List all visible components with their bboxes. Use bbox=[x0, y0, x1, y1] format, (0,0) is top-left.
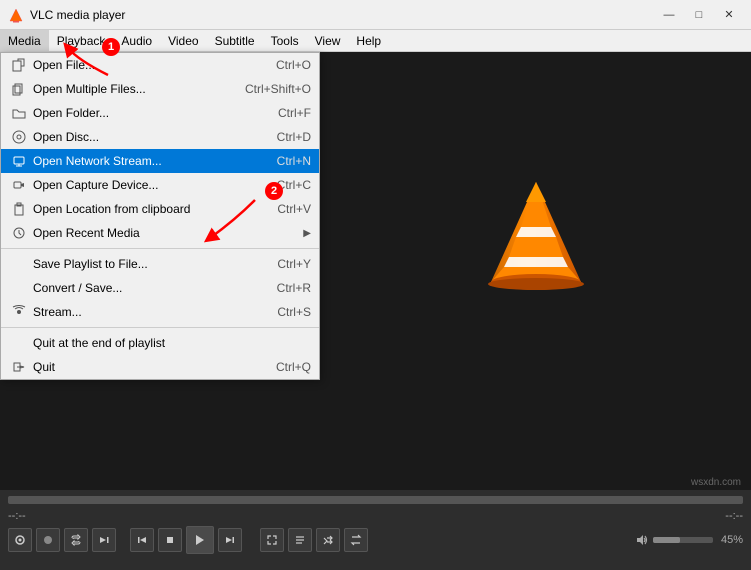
save-playlist-icon bbox=[9, 256, 29, 272]
open-multiple-icon bbox=[9, 81, 29, 97]
stop-button[interactable] bbox=[158, 528, 182, 552]
save-playlist-label: Save Playlist to File... bbox=[33, 257, 257, 271]
menu-playback[interactable]: Playback bbox=[49, 30, 114, 51]
menu-help[interactable]: Help bbox=[348, 30, 389, 51]
playlist-button[interactable] bbox=[288, 528, 312, 552]
separator-2 bbox=[1, 327, 319, 328]
convert-save-item[interactable]: Convert / Save... Ctrl+R bbox=[1, 276, 319, 300]
convert-save-icon bbox=[9, 280, 29, 296]
open-disc-shortcut: Ctrl+D bbox=[277, 130, 311, 144]
open-folder-label: Open Folder... bbox=[33, 106, 258, 120]
quit-end-playlist-item[interactable]: Quit at the end of playlist bbox=[1, 331, 319, 355]
window-controls: — □ ✕ bbox=[655, 5, 743, 25]
maximize-button[interactable]: □ bbox=[685, 5, 713, 25]
menu-audio[interactable]: Audio bbox=[113, 30, 160, 51]
stream-shortcut: Ctrl+S bbox=[277, 305, 311, 319]
open-file-label: Open File... bbox=[33, 58, 256, 72]
recent-media-label: Open Recent Media bbox=[33, 226, 303, 240]
progress-bar[interactable] bbox=[8, 496, 743, 504]
open-recent-media-item[interactable]: Open Recent Media ▶ bbox=[1, 221, 319, 245]
vlc-cone bbox=[476, 172, 596, 312]
volume-percent: 45% bbox=[721, 534, 743, 546]
menu-subtitle[interactable]: Subtitle bbox=[207, 30, 263, 51]
time-left: --:-- bbox=[8, 510, 26, 522]
open-location-label: Open Location from clipboard bbox=[33, 202, 257, 216]
open-disc-icon bbox=[9, 129, 29, 145]
open-network-icon bbox=[9, 153, 29, 169]
quit-shortcut: Ctrl+Q bbox=[276, 360, 311, 374]
play-button[interactable] bbox=[186, 526, 214, 554]
open-network-stream-item[interactable]: Open Network Stream... Ctrl+N bbox=[1, 149, 319, 173]
open-file-item[interactable]: Open File... Ctrl+O bbox=[1, 53, 319, 77]
open-disc-label: Open Disc... bbox=[33, 130, 257, 144]
media-dropdown: Open File... Ctrl+O Open Multiple Files.… bbox=[0, 52, 320, 380]
quit-icon bbox=[9, 359, 29, 375]
submenu-arrow-icon: ▶ bbox=[303, 228, 311, 239]
open-disc-item[interactable]: Open Disc... Ctrl+D bbox=[1, 125, 319, 149]
volume-fill bbox=[653, 537, 680, 543]
open-multiple-files-item[interactable]: Open Multiple Files... Ctrl+Shift+O bbox=[1, 77, 319, 101]
time-display: --:-- --:-- bbox=[0, 510, 751, 522]
menu-video[interactable]: Video bbox=[160, 30, 206, 51]
open-file-icon bbox=[9, 57, 29, 73]
volume-icon bbox=[635, 533, 649, 547]
loop2-button[interactable] bbox=[344, 528, 368, 552]
stream-label: Stream... bbox=[33, 305, 257, 319]
expand-button[interactable] bbox=[260, 528, 284, 552]
bottom-bar: --:-- --:-- bbox=[0, 490, 751, 570]
volume-bar[interactable] bbox=[653, 537, 713, 543]
loop-button[interactable] bbox=[64, 528, 88, 552]
open-location-shortcut: Ctrl+V bbox=[277, 202, 311, 216]
open-folder-shortcut: Ctrl+F bbox=[278, 106, 311, 120]
stream-item[interactable]: Stream... Ctrl+S bbox=[1, 300, 319, 324]
open-multiple-label: Open Multiple Files... bbox=[33, 82, 225, 96]
next-frame-button[interactable] bbox=[92, 528, 116, 552]
clipboard-icon bbox=[9, 201, 29, 217]
open-capture-shortcut: Ctrl+C bbox=[277, 178, 311, 192]
open-multiple-shortcut: Ctrl+Shift+O bbox=[245, 82, 311, 96]
convert-save-shortcut: Ctrl+R bbox=[277, 281, 311, 295]
skip-back-button[interactable] bbox=[130, 528, 154, 552]
save-playlist-shortcut: Ctrl+Y bbox=[277, 257, 311, 271]
volume-area: 45% bbox=[635, 533, 743, 547]
snapshot-button[interactable] bbox=[8, 528, 32, 552]
menu-media[interactable]: Media bbox=[0, 30, 49, 51]
title-bar: VLC media player — □ ✕ bbox=[0, 0, 751, 30]
quit-label: Quit bbox=[33, 360, 256, 374]
open-location-clipboard-item[interactable]: Open Location from clipboard Ctrl+V bbox=[1, 197, 319, 221]
menu-bar: Media Playback Audio Video Subtitle Tool… bbox=[0, 30, 751, 52]
quit-end-label: Quit at the end of playlist bbox=[33, 336, 311, 350]
open-network-shortcut: Ctrl+N bbox=[277, 154, 311, 168]
app-icon bbox=[8, 7, 24, 23]
open-network-label: Open Network Stream... bbox=[33, 154, 257, 168]
skip-forward-button[interactable] bbox=[218, 528, 242, 552]
open-capture-icon bbox=[9, 177, 29, 193]
open-file-shortcut: Ctrl+O bbox=[276, 58, 311, 72]
menu-tools[interactable]: Tools bbox=[263, 30, 307, 51]
playback-controls: 45% bbox=[0, 522, 751, 558]
open-capture-device-item[interactable]: Open Capture Device... Ctrl+C bbox=[1, 173, 319, 197]
convert-save-label: Convert / Save... bbox=[33, 281, 257, 295]
close-button[interactable]: ✕ bbox=[715, 5, 743, 25]
video-area bbox=[321, 52, 751, 432]
stream-icon bbox=[9, 304, 29, 320]
quit-end-icon bbox=[9, 335, 29, 351]
open-capture-label: Open Capture Device... bbox=[33, 178, 257, 192]
menu-view[interactable]: View bbox=[307, 30, 349, 51]
open-folder-icon bbox=[9, 105, 29, 121]
open-folder-item[interactable]: Open Folder... Ctrl+F bbox=[1, 101, 319, 125]
watermark: wsxdn.com bbox=[691, 477, 741, 488]
quit-item[interactable]: Quit Ctrl+Q bbox=[1, 355, 319, 379]
record-button[interactable] bbox=[36, 528, 60, 552]
window-title: VLC media player bbox=[30, 8, 655, 22]
random-button[interactable] bbox=[316, 528, 340, 552]
save-playlist-item[interactable]: Save Playlist to File... Ctrl+Y bbox=[1, 252, 319, 276]
minimize-button[interactable]: — bbox=[655, 5, 683, 25]
time-right: --:-- bbox=[725, 510, 743, 522]
separator-1 bbox=[1, 248, 319, 249]
recent-media-icon bbox=[9, 225, 29, 241]
